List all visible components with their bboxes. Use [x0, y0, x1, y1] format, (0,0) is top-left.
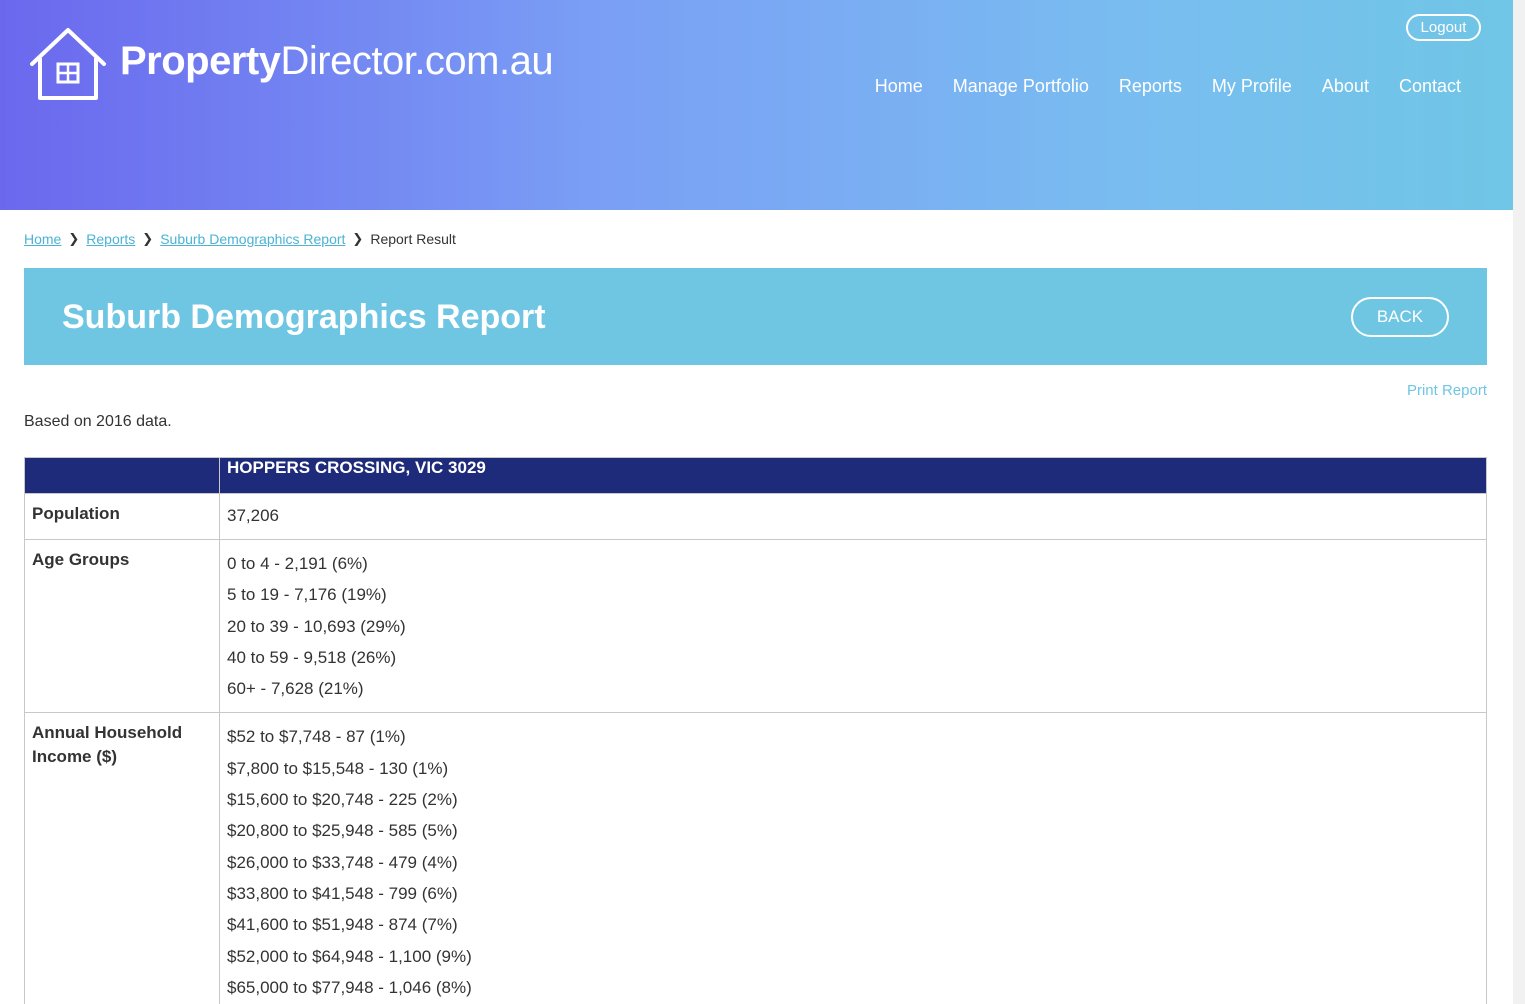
list-item: 5 to 19 - 7,176 (19%): [227, 585, 387, 605]
nav-contact[interactable]: Contact: [1399, 76, 1461, 97]
breadcrumb-current: Report Result: [370, 231, 456, 247]
list-item: $33,800 to $41,548 - 799 (6%): [227, 883, 458, 903]
main-nav: Home Manage Portfolio Reports My Profile…: [875, 76, 1461, 97]
chevron-right-icon: ❯: [68, 231, 80, 246]
table-header-empty: [24, 457, 220, 494]
nav-about[interactable]: About: [1322, 76, 1369, 97]
population-label: Population: [24, 493, 220, 540]
nav-reports[interactable]: Reports: [1119, 76, 1182, 97]
list-item: $15,600 to $20,748 - 225 (2%): [227, 790, 458, 810]
logout-button[interactable]: Logout: [1406, 14, 1481, 41]
table-row: Age Groups 0 to 4 - 2,191 (6%) 5 to 19 -…: [24, 538, 1487, 714]
demographics-table: HOPPERS CROSSING, VIC 3029 Population 37…: [24, 457, 1487, 1004]
list-item: 40 to 59 - 9,518 (26%): [227, 647, 397, 667]
page-title: Suburb Demographics Report: [62, 298, 546, 336]
list-item: $26,000 to $33,748 - 479 (4%): [227, 852, 458, 872]
list-item: $52,000 to $64,948 - 1,100 (9%): [227, 946, 472, 966]
household-income-label: Annual Household Income ($): [24, 712, 220, 1004]
breadcrumb-reports[interactable]: Reports: [86, 231, 135, 247]
age-groups-values: 0 to 4 - 2,191 (6%) 5 to 19 - 7,176 (19%…: [219, 538, 1487, 714]
house-icon: [28, 26, 108, 102]
list-item: $41,600 to $51,948 - 874 (7%): [227, 915, 458, 935]
list-item: 60+ - 7,628 (21%): [227, 679, 364, 699]
breadcrumb-home[interactable]: Home: [24, 231, 61, 247]
table-header-suburb: HOPPERS CROSSING, VIC 3029: [219, 457, 1487, 494]
breadcrumb-suburb-demographics[interactable]: Suburb Demographics Report: [160, 231, 345, 247]
table-header-row: HOPPERS CROSSING, VIC 3029: [24, 457, 1487, 494]
page-scrollbar[interactable]: [1513, 0, 1525, 1004]
list-item: 20 to 39 - 10,693 (29%): [227, 616, 406, 636]
household-income-values: $52 to $7,748 - 87 (1%) $7,800 to $15,54…: [219, 712, 1487, 1004]
breadcrumb: Home ❯ Reports ❯ Suburb Demographics Rep…: [24, 231, 456, 247]
print-report-link[interactable]: Print Report: [1407, 382, 1487, 399]
data-source-note: Based on 2016 data.: [24, 413, 172, 430]
site-logo[interactable]: PropertyDirector.com.au: [28, 26, 554, 102]
table-row: Population 37,206: [24, 493, 1487, 540]
list-item: 0 to 4 - 2,191 (6%): [227, 554, 368, 573]
title-bar: Suburb Demographics Report BACK: [24, 268, 1487, 365]
site-header: PropertyDirector.com.au Logout Home Mana…: [0, 0, 1513, 210]
list-item: $52 to $7,748 - 87 (1%): [227, 727, 406, 747]
list-item: $20,800 to $25,948 - 585 (5%): [227, 821, 458, 841]
nav-my-profile[interactable]: My Profile: [1212, 76, 1292, 97]
list-item: $7,800 to $15,548 - 130 (1%): [227, 758, 449, 778]
nav-manage-portfolio[interactable]: Manage Portfolio: [953, 76, 1089, 97]
table-row: Annual Household Income ($) $52 to $7,74…: [24, 712, 1487, 1004]
age-groups-label: Age Groups: [24, 538, 220, 714]
brand-name-strong: Property: [120, 38, 281, 83]
brand-name-light: Director.com.au: [280, 38, 554, 83]
list-item: $65,000 to $77,948 - 1,046 (8%): [227, 977, 472, 997]
population-value: 37,206: [219, 493, 1487, 540]
chevron-right-icon: ❯: [142, 231, 154, 246]
back-button[interactable]: BACK: [1351, 297, 1449, 337]
brand-name: PropertyDirector.com.au: [120, 38, 554, 84]
chevron-right-icon: ❯: [352, 231, 364, 246]
nav-home[interactable]: Home: [875, 76, 923, 97]
